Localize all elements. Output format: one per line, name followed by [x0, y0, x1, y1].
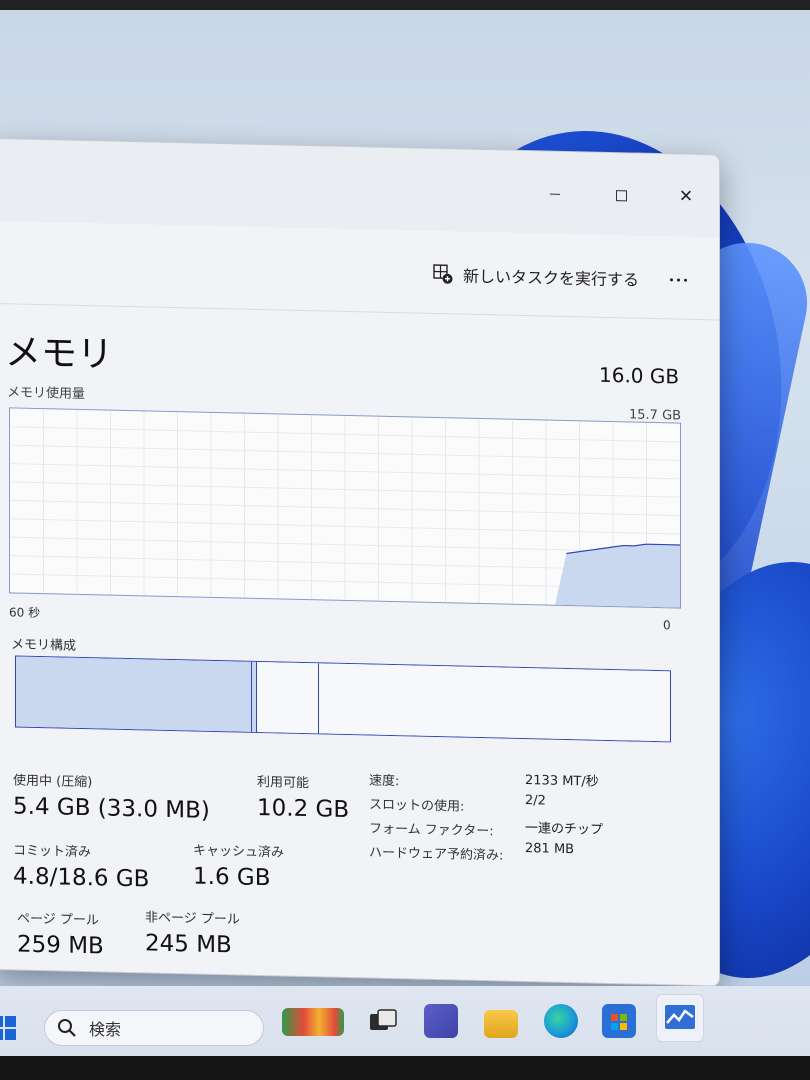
monitor-bezel-bottom [0, 1056, 810, 1080]
microsoft-store-icon[interactable] [602, 1004, 636, 1038]
memory-composition-bar [15, 655, 671, 743]
monitor-bezel [0, 0, 810, 10]
teams-icon[interactable] [424, 1004, 458, 1038]
slots-used-label: スロットの使用: [369, 797, 465, 815]
more-dot-icon [676, 277, 680, 282]
total-memory: 16.0 GB [599, 362, 680, 389]
usage-graph-canvas [10, 409, 680, 608]
speed-value: 2133 MT/秒 [525, 773, 599, 790]
nonpaged-pool-label: 非ページ プール [145, 910, 240, 928]
new-task-icon [433, 264, 453, 284]
task-view-icon [370, 1009, 397, 1030]
form-factor-label: フォーム ファクター: [369, 821, 494, 840]
memory-panel: メモリ 16.0 GB メモリ使用量 15.7 GB 60 秒 0 メモリ構成 … [0, 303, 719, 985]
composition-free [319, 663, 670, 742]
task-manager-taskbar-button[interactable] [656, 994, 704, 1042]
windows-logo-icon-part [0, 1029, 3, 1040]
maximize-icon [615, 189, 627, 201]
usage-graph-label: メモリ使用量 [7, 385, 86, 403]
composition-label: メモリ構成 [11, 637, 77, 654]
more-options-button[interactable] [663, 266, 693, 293]
paged-pool-value: 259 MB [17, 931, 104, 960]
hardware-reserved-label: ハードウェア予約済み: [369, 845, 504, 864]
composition-in-use [16, 656, 252, 732]
store-grid-icon [611, 1014, 627, 1030]
run-new-task-label: 新しいタスクを実行する [463, 266, 640, 290]
graph-axis-start: 60 秒 [9, 605, 41, 621]
file-explorer-icon[interactable] [484, 1010, 518, 1038]
available-label: 利用可能 [257, 774, 310, 792]
committed-value: 4.8/18.6 GB [13, 863, 150, 893]
edge-browser-icon[interactable] [544, 1004, 578, 1038]
windows-logo-icon-part [5, 1029, 16, 1040]
task-view-button[interactable] [366, 1004, 400, 1038]
search-icon [58, 1019, 76, 1037]
paged-pool-label: ページ プール [17, 911, 99, 929]
taskbar-search[interactable]: 検索 [44, 1010, 264, 1046]
close-icon: ✕ [678, 186, 694, 207]
composition-standby [257, 661, 319, 734]
speed-label: 速度: [369, 773, 400, 790]
cached-value: 1.6 GB [193, 863, 271, 892]
task-manager-icon [665, 1005, 695, 1029]
nonpaged-pool-value: 245 MB [145, 930, 232, 959]
slots-used-value: 2/2 [525, 793, 546, 809]
run-new-task-button[interactable]: 新しいタスクを実行する [433, 259, 639, 294]
gift-widget-icon[interactable] [282, 1008, 344, 1036]
cached-label: キャッシュ済み [193, 843, 285, 861]
hardware-reserved-value: 281 MB [525, 841, 575, 858]
search-label: 検索 [89, 1020, 122, 1039]
more-dot-icon [683, 278, 687, 282]
minimize-button[interactable] [535, 173, 575, 214]
minimize-icon [550, 193, 560, 195]
windows-logo-icon-part [5, 1016, 16, 1027]
committed-label: コミット済み [13, 843, 92, 861]
graph-axis-end: 0 [663, 618, 671, 633]
windows-logo-icon [0, 1016, 3, 1027]
form-factor-value: 一連のチップ [525, 821, 604, 838]
task-manager-window: ✕ 新しいタスクを実行する メモリ 16.0 GB メモリ使用量 15.7 GB… [0, 138, 720, 987]
start-button[interactable] [0, 1016, 18, 1042]
close-button[interactable]: ✕ [666, 176, 706, 217]
in-use-value: 5.4 GB (33.0 MB) [13, 793, 210, 824]
page-title: メモリ [5, 332, 114, 376]
more-dot-icon [669, 277, 673, 281]
maximize-button[interactable] [601, 175, 641, 216]
in-use-label: 使用中 (圧縮) [13, 773, 93, 791]
memory-usage-graph [9, 407, 681, 609]
available-value: 10.2 GB [257, 794, 350, 824]
